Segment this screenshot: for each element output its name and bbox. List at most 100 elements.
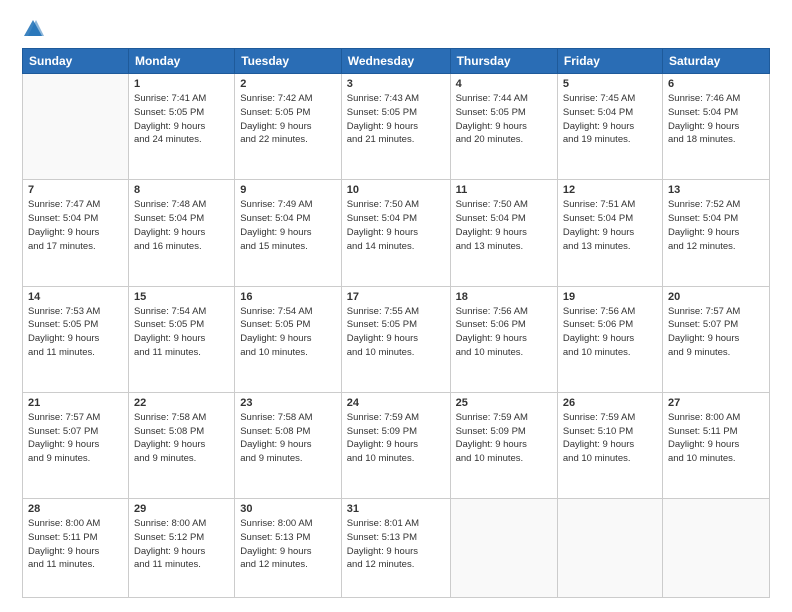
calendar-cell: 11 Sunrise: 7:50 AMSunset: 5:04 PMDayligh… [450,180,557,286]
calendar-cell: 24 Sunrise: 7:59 AMSunset: 5:09 PMDayligh… [341,392,450,498]
calendar-cell: 29 Sunrise: 8:00 AMSunset: 5:12 PMDayligh… [128,499,234,598]
day-info: Sunrise: 7:58 AMSunset: 5:08 PMDaylight:… [134,411,229,466]
day-info: Sunrise: 7:59 AMSunset: 5:09 PMDaylight:… [347,411,445,466]
day-info: Sunrise: 7:59 AMSunset: 5:10 PMDaylight:… [563,411,657,466]
calendar-cell: 9Sunrise: 7:49 AMSunset: 5:04 PMDaylight… [235,180,342,286]
day-info: Sunrise: 7:48 AMSunset: 5:04 PMDaylight:… [134,198,229,253]
day-number: 28 [28,503,123,515]
day-info: Sunrise: 7:56 AMSunset: 5:06 PMDaylight:… [456,305,552,360]
day-number: 1 [134,78,229,90]
calendar-cell: 26 Sunrise: 7:59 AMSunset: 5:10 PMDayligh… [557,392,662,498]
day-number: 7 [28,184,123,196]
day-info: Sunrise: 7:50 AMSunset: 5:04 PMDaylight:… [347,198,445,253]
day-number: 2 [240,78,336,90]
day-info: Sunrise: 7:58 AMSunset: 5:08 PMDaylight:… [240,411,336,466]
calendar-table: SundayMondayTuesdayWednesdayThursdayFrid… [22,48,770,598]
day-number: 24 [347,397,445,409]
calendar-cell [23,74,129,180]
day-number: 20 [668,291,764,303]
calendar-cell: 30Sunrise: 8:00 AMSunset: 5:13 PMDayligh… [235,499,342,598]
week-row-4: 21 Sunrise: 7:57 AMSunset: 5:07 PMDayligh… [23,392,770,498]
calendar-cell: 12 Sunrise: 7:51 AMSunset: 5:04 PMDayligh… [557,180,662,286]
calendar-cell: 1 Sunrise: 7:41 AMSunset: 5:05 PMDaylight… [128,74,234,180]
day-number: 27 [668,397,764,409]
day-info: Sunrise: 7:59 AMSunset: 5:09 PMDaylight:… [456,411,552,466]
logo [22,18,48,40]
day-info: Sunrise: 8:00 AMSunset: 5:12 PMDaylight:… [134,517,229,572]
day-info: Sunrise: 7:47 AMSunset: 5:04 PMDaylight:… [28,198,123,253]
day-info: Sunrise: 8:01 AMSunset: 5:13 PMDaylight:… [347,517,445,572]
day-info: Sunrise: 7:54 AMSunset: 5:05 PMDaylight:… [240,305,336,360]
calendar-cell: 23Sunrise: 7:58 AMSunset: 5:08 PMDayligh… [235,392,342,498]
day-info: Sunrise: 7:42 AMSunset: 5:05 PMDaylight:… [240,92,336,147]
day-number: 6 [668,78,764,90]
day-number: 17 [347,291,445,303]
day-number: 4 [456,78,552,90]
day-info: Sunrise: 7:41 AMSunset: 5:05 PMDaylight:… [134,92,229,147]
day-number: 31 [347,503,445,515]
page: SundayMondayTuesdayWednesdayThursdayFrid… [0,0,792,612]
day-number: 11 [456,184,552,196]
weekday-header-tuesday: Tuesday [235,49,342,74]
day-number: 12 [563,184,657,196]
day-info: Sunrise: 7:43 AMSunset: 5:05 PMDaylight:… [347,92,445,147]
weekday-header-monday: Monday [128,49,234,74]
logo-icon [22,18,44,40]
calendar-cell: 14Sunrise: 7:53 AMSunset: 5:05 PMDayligh… [23,286,129,392]
weekday-header-wednesday: Wednesday [341,49,450,74]
day-number: 18 [456,291,552,303]
calendar-cell: 15Sunrise: 7:54 AMSunset: 5:05 PMDayligh… [128,286,234,392]
day-number: 26 [563,397,657,409]
day-info: Sunrise: 7:44 AMSunset: 5:05 PMDaylight:… [456,92,552,147]
day-info: Sunrise: 8:00 AMSunset: 5:11 PMDaylight:… [668,411,764,466]
calendar-cell [662,499,769,598]
calendar-cell: 28 Sunrise: 8:00 AMSunset: 5:11 PMDayligh… [23,499,129,598]
calendar-cell: 3 Sunrise: 7:43 AMSunset: 5:05 PMDaylight… [341,74,450,180]
day-number: 8 [134,184,229,196]
day-number: 19 [563,291,657,303]
day-info: Sunrise: 7:52 AMSunset: 5:04 PMDaylight:… [668,198,764,253]
day-number: 30 [240,503,336,515]
calendar-cell: 25 Sunrise: 7:59 AMSunset: 5:09 PMDayligh… [450,392,557,498]
day-number: 25 [456,397,552,409]
calendar-cell: 8 Sunrise: 7:48 AMSunset: 5:04 PMDaylight… [128,180,234,286]
weekday-header-thursday: Thursday [450,49,557,74]
weekday-header-friday: Friday [557,49,662,74]
calendar-cell: 4 Sunrise: 7:44 AMSunset: 5:05 PMDaylight… [450,74,557,180]
day-number: 16 [240,291,336,303]
day-info: Sunrise: 7:46 AMSunset: 5:04 PMDaylight:… [668,92,764,147]
day-info: Sunrise: 7:57 AMSunset: 5:07 PMDaylight:… [28,411,123,466]
day-number: 22 [134,397,229,409]
calendar-cell: 2 Sunrise: 7:42 AMSunset: 5:05 PMDaylight… [235,74,342,180]
day-info: Sunrise: 7:55 AMSunset: 5:05 PMDaylight:… [347,305,445,360]
calendar-cell: 22 Sunrise: 7:58 AMSunset: 5:08 PMDayligh… [128,392,234,498]
day-number: 3 [347,78,445,90]
day-number: 10 [347,184,445,196]
day-info: Sunrise: 7:50 AMSunset: 5:04 PMDaylight:… [456,198,552,253]
calendar-cell: 16 Sunrise: 7:54 AMSunset: 5:05 PMDayligh… [235,286,342,392]
calendar-cell: 21 Sunrise: 7:57 AMSunset: 5:07 PMDayligh… [23,392,129,498]
day-number: 29 [134,503,229,515]
calendar-cell: 7 Sunrise: 7:47 AMSunset: 5:04 PMDaylight… [23,180,129,286]
calendar-cell: 20Sunrise: 7:57 AMSunset: 5:07 PMDayligh… [662,286,769,392]
calendar-cell: 6 Sunrise: 7:46 AMSunset: 5:04 PMDaylight… [662,74,769,180]
day-number: 13 [668,184,764,196]
header [22,18,770,40]
day-info: Sunrise: 7:56 AMSunset: 5:06 PMDaylight:… [563,305,657,360]
day-info: Sunrise: 7:45 AMSunset: 5:04 PMDaylight:… [563,92,657,147]
calendar-cell: 31 Sunrise: 8:01 AMSunset: 5:13 PMDayligh… [341,499,450,598]
calendar-cell: 19 Sunrise: 7:56 AMSunset: 5:06 PMDayligh… [557,286,662,392]
day-number: 21 [28,397,123,409]
calendar-cell: 27 Sunrise: 8:00 AMSunset: 5:11 PMDayligh… [662,392,769,498]
week-row-2: 7 Sunrise: 7:47 AMSunset: 5:04 PMDaylight… [23,180,770,286]
calendar-cell [450,499,557,598]
day-info: Sunrise: 7:54 AMSunset: 5:05 PMDaylight:… [134,305,229,360]
day-info: Sunrise: 8:00 AMSunset: 5:11 PMDaylight:… [28,517,123,572]
week-row-5: 28 Sunrise: 8:00 AMSunset: 5:11 PMDayligh… [23,499,770,598]
day-info: Sunrise: 7:51 AMSunset: 5:04 PMDaylight:… [563,198,657,253]
week-row-3: 14Sunrise: 7:53 AMSunset: 5:05 PMDayligh… [23,286,770,392]
calendar-cell: 13 Sunrise: 7:52 AMSunset: 5:04 PMDayligh… [662,180,769,286]
calendar-cell [557,499,662,598]
calendar-cell: 5Sunrise: 7:45 AMSunset: 5:04 PMDaylight… [557,74,662,180]
calendar-cell: 10 Sunrise: 7:50 AMSunset: 5:04 PMDayligh… [341,180,450,286]
